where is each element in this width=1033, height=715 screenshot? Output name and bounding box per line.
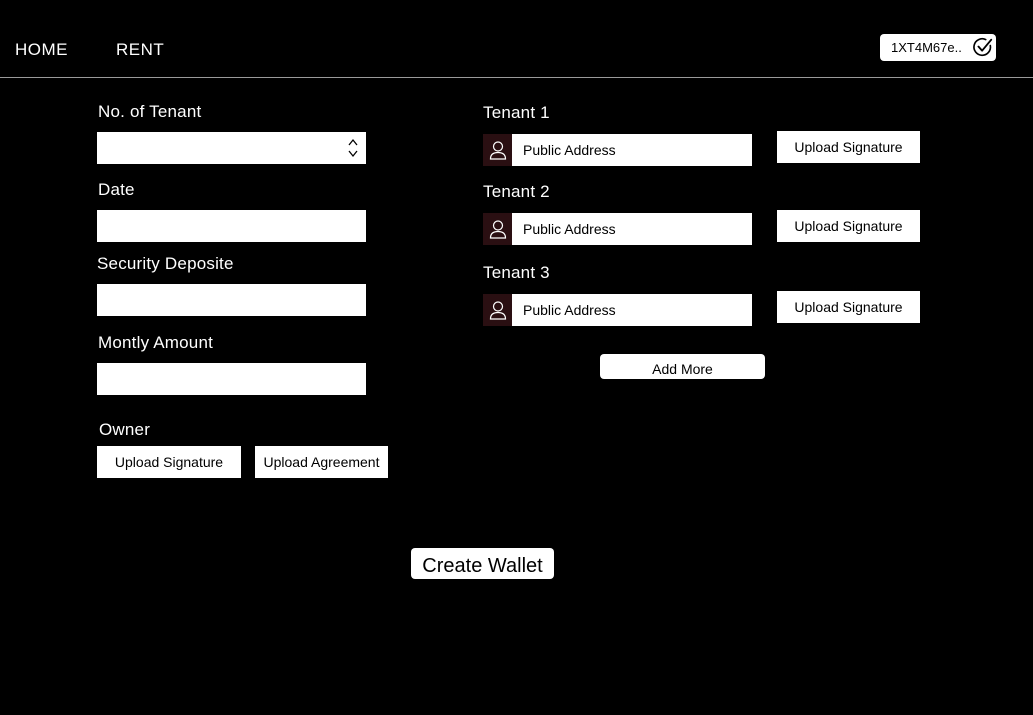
tenant-2-label: Tenant 2: [483, 182, 550, 201]
tenant-1-address-input[interactable]: Public Address: [512, 134, 752, 166]
user-icon: [483, 294, 512, 326]
monthly-amount-label: Montly Amount: [98, 333, 214, 352]
owner-upload-signature-button[interactable]: Upload Signature: [97, 446, 241, 478]
rent-wallet-page: HOME RENT 1XT4M67e.. No. of Tenant Date …: [0, 0, 1033, 715]
create-wallet-button[interactable]: Create Wallet: [411, 548, 554, 579]
wallet-address-text: 1XT4M67e..: [891, 40, 962, 55]
num-tenant-label: No. of Tenant: [98, 102, 202, 121]
monthly-amount-input[interactable]: [97, 363, 366, 395]
tenant-3-address-group: Public Address: [483, 294, 752, 326]
number-stepper-icon[interactable]: [347, 138, 359, 158]
owner-label: Owner: [99, 420, 151, 439]
tenant-1-upload-signature-button[interactable]: Upload Signature: [777, 131, 920, 163]
owner-upload-agreement-button[interactable]: Upload Agreement: [255, 446, 388, 478]
date-input[interactable]: [97, 210, 366, 242]
nav-divider: [0, 77, 1033, 78]
user-icon: [483, 213, 512, 245]
tenant-3-address-input[interactable]: Public Address: [512, 294, 752, 326]
check-circle-icon: [973, 38, 993, 57]
date-label: Date: [98, 180, 135, 199]
security-deposit-label: Security Deposite: [97, 254, 234, 273]
nav-home-link[interactable]: HOME: [15, 40, 68, 60]
num-tenant-input[interactable]: [97, 132, 366, 164]
wallet-address-badge[interactable]: 1XT4M67e..: [880, 34, 996, 61]
security-deposit-input[interactable]: [97, 284, 366, 316]
tenant-1-address-group: Public Address: [483, 134, 752, 166]
add-more-tenant-button[interactable]: Add More: [600, 354, 765, 379]
tenant-3-label: Tenant 3: [483, 263, 550, 282]
tenant-1-label: Tenant 1: [483, 103, 550, 122]
user-icon: [483, 134, 512, 166]
tenant-2-address-input[interactable]: Public Address: [512, 213, 752, 245]
tenant-2-address-group: Public Address: [483, 213, 752, 245]
tenant-2-upload-signature-button[interactable]: Upload Signature: [777, 210, 920, 242]
nav-rent-link[interactable]: RENT: [116, 40, 164, 60]
tenant-3-upload-signature-button[interactable]: Upload Signature: [777, 291, 920, 323]
